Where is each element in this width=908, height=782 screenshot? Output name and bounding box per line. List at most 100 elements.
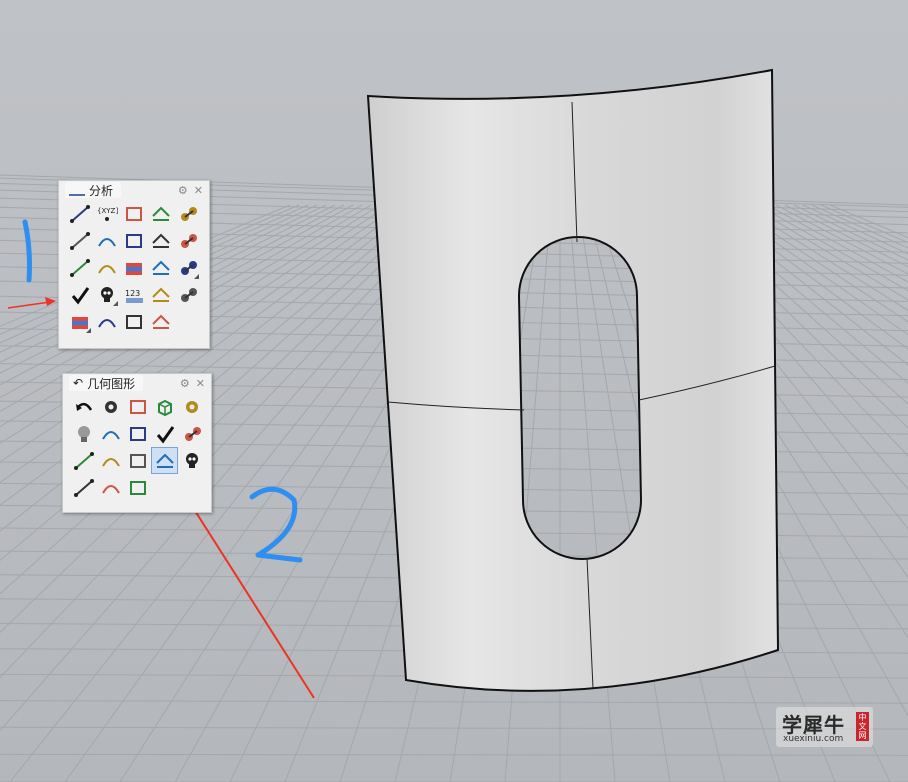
edge-icon: [97, 264, 116, 274]
curve-loop-button[interactable]: [121, 309, 146, 334]
wave-icon: [184, 426, 201, 441]
histogram-button[interactable]: [67, 309, 92, 334]
dimension-button[interactable]: [148, 201, 173, 226]
angle-button[interactable]: [175, 201, 200, 226]
normal-direction-button[interactable]: [67, 255, 92, 280]
panel-close-icon[interactable]: ✕: [196, 377, 205, 390]
analyze-toolbar-panel: 分析 ⚙ ✕ {XYZ} 123: [58, 180, 210, 349]
svg-text:{XYZ}: {XYZ}: [97, 207, 118, 215]
panel-settings-gear-icon[interactable]: ⚙: [180, 377, 190, 390]
check-icon: [156, 425, 174, 443]
paint-bucket-icon: [151, 314, 170, 329]
align-left-icon: [73, 451, 94, 470]
box-button[interactable]: [152, 394, 177, 419]
geometry-icon-grid: [63, 392, 211, 506]
length-icon: [125, 206, 142, 221]
panel-settings-gear-icon[interactable]: ⚙: [178, 184, 188, 197]
display-mode-icon: [101, 430, 120, 440]
paint-bucket-button[interactable]: [148, 309, 173, 334]
draft-angle-icon: [151, 260, 170, 275]
light-bulb-button[interactable]: [71, 421, 96, 446]
curve-tangent-button[interactable]: [125, 421, 150, 446]
radius-button[interactable]: [67, 228, 92, 253]
check-button[interactable]: [67, 282, 92, 307]
continuity-g-button[interactable]: [175, 228, 200, 253]
skull-bad-object-icon: [185, 452, 198, 468]
center-snap-button[interactable]: [151, 447, 178, 474]
site-watermark: 学犀牛 xuexiniu.com 中文网: [776, 707, 873, 747]
analyze-icon-grid: {XYZ} 123: [59, 199, 209, 340]
normal-direction-icon: [69, 258, 90, 277]
check-button[interactable]: [152, 421, 177, 446]
curvature-icon: [151, 233, 170, 248]
geometry-panel-header[interactable]: ↶ 几何图形 ⚙ ✕: [63, 374, 211, 392]
bounding-button[interactable]: [94, 228, 119, 253]
inspect-icon: [73, 478, 94, 497]
display-mode-button[interactable]: [98, 421, 123, 446]
align-left-button[interactable]: [71, 448, 96, 473]
point-deviation-button[interactable]: [175, 255, 200, 280]
flyout-indicator: [194, 274, 199, 279]
skull-bad-object-button[interactable]: [179, 448, 204, 473]
coordinate-xyz-button[interactable]: {XYZ}: [94, 201, 119, 226]
mesh-analysis-icon: [180, 287, 197, 302]
undo-arrow-icon: ↶: [73, 376, 84, 390]
mesh-analysis-button[interactable]: [175, 282, 200, 307]
length-button[interactable]: [121, 201, 146, 226]
skull-bad-object-button[interactable]: [94, 282, 119, 307]
curvature-button[interactable]: [148, 228, 173, 253]
undo-icon: [75, 402, 92, 411]
connect-button[interactable]: [125, 475, 150, 500]
ruler-icon: [69, 184, 85, 196]
align-bottom-button[interactable]: [98, 448, 123, 473]
light-bulb-icon: [77, 425, 90, 442]
watermark-site: xuexiniu.com: [783, 734, 844, 744]
continuity-g-icon: [180, 233, 197, 248]
analyze-panel-header[interactable]: 分析 ⚙ ✕: [59, 181, 209, 199]
analyze-panel-tab[interactable]: 分析: [65, 182, 122, 198]
watermark-seal: 中文网: [856, 712, 869, 741]
analyze-panel-title: 分析: [89, 183, 114, 198]
undo-button[interactable]: [71, 394, 96, 419]
draft-angle-button[interactable]: [148, 255, 173, 280]
link-button[interactable]: [98, 475, 123, 500]
orange-arrow-button[interactable]: [125, 394, 150, 419]
snap-icon: [129, 453, 146, 468]
center-snap-icon: [155, 453, 174, 468]
edge-button[interactable]: [94, 255, 119, 280]
wave-button[interactable]: [179, 421, 204, 446]
snap-button[interactable]: [125, 448, 150, 473]
zebra-button[interactable]: [121, 255, 146, 280]
coordinate-xyz-icon: {XYZ}: [97, 207, 118, 221]
inspect-button[interactable]: [71, 475, 96, 500]
label-123-button[interactable]: 123: [121, 282, 146, 307]
curve-analysis-icon: [151, 287, 170, 302]
area-button[interactable]: [121, 228, 146, 253]
flyout-indicator: [113, 301, 118, 306]
curve-analysis-button[interactable]: [148, 282, 173, 307]
bounding-icon: [97, 237, 116, 247]
geometry-panel-tab[interactable]: ↶ 几何图形: [69, 375, 144, 391]
geometry-panel-title: 几何图形: [87, 376, 136, 391]
connect-icon: [129, 480, 146, 495]
label-123-icon: 123: [125, 289, 143, 303]
volume-icon: [97, 318, 116, 328]
panel-close-icon[interactable]: ✕: [194, 184, 203, 197]
flyout-indicator: [86, 328, 91, 333]
gear-repair-button[interactable]: [98, 394, 123, 419]
curve-loop-icon: [125, 314, 142, 329]
curve-tangent-icon: [129, 426, 146, 441]
check-icon: [71, 286, 89, 304]
svg-text:123: 123: [125, 289, 140, 298]
orange-arrow-icon: [129, 399, 146, 414]
area-icon: [125, 233, 142, 248]
box-icon: [157, 399, 172, 416]
distance-ruler-button[interactable]: [67, 201, 92, 226]
volume-button[interactable]: [94, 309, 119, 334]
dimension-icon: [151, 206, 170, 221]
gear-repair-icon: [104, 400, 117, 413]
zebra-icon: [125, 262, 142, 275]
distance-ruler-icon: [69, 204, 90, 223]
link-icon: [101, 484, 120, 494]
gears-button[interactable]: [179, 394, 204, 419]
